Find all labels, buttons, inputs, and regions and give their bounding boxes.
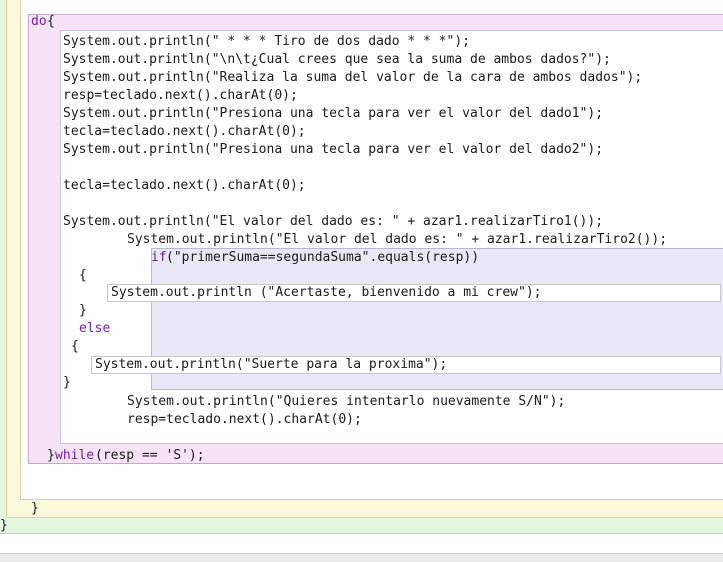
if-open-brace[interactable]: {: [79, 267, 87, 285]
code-line-2[interactable]: System.out.println("\n\t¿Cual crees que …: [63, 51, 611, 69]
if-condition[interactable]: ("primerSuma==segundaSuma".equals(resp)): [166, 249, 479, 267]
do-keyword[interactable]: do: [31, 13, 47, 31]
else-close-brace[interactable]: }: [63, 374, 71, 392]
code-line-1[interactable]: System.out.println(" * * * Tiro de dos d…: [63, 33, 470, 51]
class-close-brace[interactable]: }: [0, 517, 8, 535]
while-close-brace[interactable]: }: [47, 447, 55, 465]
code-line-6[interactable]: tecla=teclado.next().charAt(0);: [63, 123, 306, 141]
do-brace[interactable]: {: [47, 13, 55, 31]
horizontal-scrollbar[interactable]: [0, 553, 723, 562]
code-line-9[interactable]: System.out.println("El valor del dado es…: [63, 213, 603, 231]
while-keyword[interactable]: while: [55, 447, 94, 465]
success-statement[interactable]: System.out.println ("Acertaste, bienveni…: [111, 284, 541, 302]
while-condition[interactable]: (resp == 'S');: [95, 447, 205, 465]
code-line-11[interactable]: System.out.println("Quieres intentarlo n…: [127, 393, 565, 411]
code-line-10[interactable]: System.out.println("El valor del dado es…: [127, 231, 667, 249]
code-line-7[interactable]: System.out.println("Presiona una tecla p…: [63, 141, 603, 159]
code-line-12[interactable]: resp=teclado.next().charAt(0);: [127, 411, 362, 429]
fail-statement[interactable]: System.out.println("Suerte para la proxi…: [95, 356, 447, 374]
code-line-3[interactable]: System.out.println("Realiza la suma del …: [63, 69, 642, 87]
method-close-brace[interactable]: }: [31, 500, 39, 518]
code-line-4[interactable]: resp=teclado.next().charAt(0);: [63, 87, 298, 105]
if-close-brace[interactable]: }: [79, 302, 87, 320]
code-line-8[interactable]: tecla=teclado.next().charAt(0);: [63, 177, 306, 195]
if-keyword[interactable]: if: [151, 249, 167, 267]
else-open-brace[interactable]: {: [71, 338, 79, 356]
else-keyword[interactable]: else: [79, 320, 110, 338]
code-line-5[interactable]: System.out.println("Presiona una tecla p…: [63, 105, 603, 123]
